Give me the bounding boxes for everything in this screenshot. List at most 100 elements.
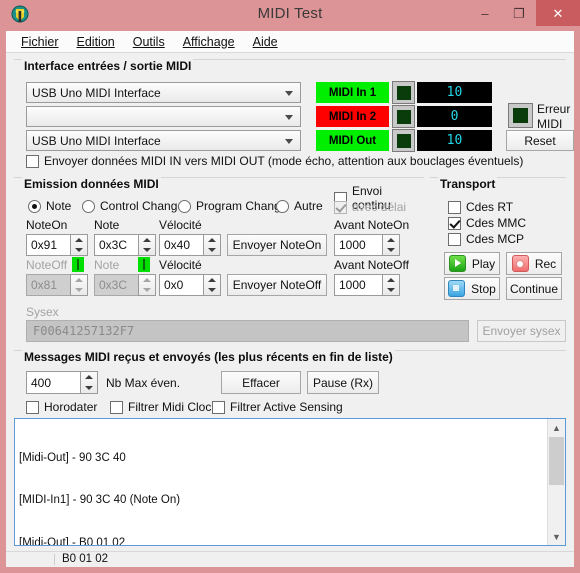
- menu-item-outils[interactable]: Outils: [124, 33, 174, 51]
- log-scrollbar[interactable]: ▲ ▼: [547, 419, 565, 545]
- cdes-mcp-checkbox[interactable]: Cdes MCP: [448, 232, 524, 246]
- clear-button[interactable]: Effacer: [221, 371, 301, 394]
- rec-button[interactable]: Rec: [506, 252, 562, 275]
- spinner-down-icon[interactable]: [204, 245, 220, 255]
- spinner-up-icon[interactable]: [71, 275, 87, 285]
- midi-in1-tag-label: MIDI In 1: [328, 86, 377, 99]
- before-note-on-spinner[interactable]: 1000: [334, 234, 400, 256]
- spinner-down-icon[interactable]: [71, 285, 87, 295]
- spinner-down-icon[interactable]: [383, 285, 399, 295]
- spinner-up-icon[interactable]: [81, 372, 97, 383]
- midi-error-led: [508, 103, 533, 128]
- note-on-velocity-value[interactable]: 0x40: [159, 234, 203, 256]
- note-off-status-value[interactable]: 0x81: [26, 274, 70, 296]
- interface-group: Interface entrées / sortie MIDI USB Uno …: [14, 59, 574, 170]
- pause-rx-button[interactable]: Pause (Rx): [307, 371, 379, 394]
- send-sysex-button[interactable]: Envoyer sysex: [477, 320, 566, 342]
- spinner-up-icon[interactable]: [71, 235, 87, 245]
- cdes-mmc-label: Cdes MMC: [466, 216, 527, 230]
- note-on-status-value[interactable]: 0x91: [26, 234, 70, 256]
- filter-midi-clock-checkbox[interactable]: Filtrer Midi Clock: [110, 400, 217, 414]
- note-off-note-link-led: [138, 257, 150, 272]
- midi-out-device-combo[interactable]: USB Uno MIDI Interface: [26, 130, 301, 151]
- note-off-note-value[interactable]: 0x3C: [94, 274, 138, 296]
- radio-control-change[interactable]: Control Change: [82, 199, 184, 213]
- reset-button[interactable]: Reset: [506, 130, 574, 151]
- minimize-button[interactable]: –: [468, 0, 502, 26]
- spinner-arrows[interactable]: [203, 234, 221, 256]
- timestamp-checkbox[interactable]: Horodater: [26, 400, 97, 414]
- note-on-status-spinner[interactable]: 0x91: [26, 234, 88, 256]
- note-off-velocity-spinner[interactable]: 0x0: [159, 274, 221, 296]
- spinner-arrows[interactable]: [70, 274, 88, 296]
- spinner-down-icon[interactable]: [139, 245, 155, 255]
- spinner-up-icon[interactable]: [204, 235, 220, 245]
- scroll-up-icon[interactable]: ▲: [548, 419, 565, 436]
- max-events-value[interactable]: 400: [26, 371, 80, 394]
- midi-in2-tag: MIDI In 2: [316, 106, 389, 127]
- spinner-down-icon[interactable]: [71, 245, 87, 255]
- client-area: Interface entrées / sortie MIDI USB Uno …: [6, 53, 574, 567]
- sysex-input[interactable]: F00641257132F7: [26, 320, 469, 342]
- menu-item-fichier[interactable]: Fichier: [12, 33, 68, 51]
- spinner-up-icon[interactable]: [383, 235, 399, 245]
- maximize-button[interactable]: ❐: [502, 0, 536, 26]
- menu-item-affichage[interactable]: Affichage: [174, 33, 244, 51]
- scrollbar-thumb[interactable]: [549, 437, 564, 485]
- menu-item-edition[interactable]: Edition: [68, 33, 124, 51]
- note-off-status-spinner[interactable]: 0x81: [26, 274, 88, 296]
- before-note-off-spinner[interactable]: 1000: [334, 274, 400, 296]
- midi-log[interactable]: [Midi-Out] - 90 3C 40 [MIDI-In1] - 90 3C…: [14, 418, 566, 546]
- spinner-up-icon[interactable]: [139, 275, 155, 285]
- scroll-down-icon[interactable]: ▼: [548, 528, 565, 545]
- spinner-arrows[interactable]: [203, 274, 221, 296]
- send-note-on-button[interactable]: Envoyer NoteOn: [227, 234, 327, 256]
- note-off-note-spinner[interactable]: 0x3C: [94, 274, 156, 296]
- spinner-arrows[interactable]: [382, 274, 400, 296]
- before-note-on-value[interactable]: 1000: [334, 234, 382, 256]
- midi-out-device-value: USB Uno MIDI Interface: [32, 133, 161, 148]
- messages-group: Messages MIDI reçus et envoyés (les plus…: [14, 350, 566, 417]
- spinner-arrows[interactable]: [70, 234, 88, 256]
- filter-active-sensing-checkbox[interactable]: Filtrer Active Sensing: [212, 400, 343, 414]
- spinner-down-icon[interactable]: [81, 383, 97, 394]
- spinner-down-icon[interactable]: [139, 285, 155, 295]
- note-on-velocity-spinner[interactable]: 0x40: [159, 234, 221, 256]
- send-note-off-button[interactable]: Envoyer NoteOff: [227, 274, 327, 296]
- log-line: [Midi-Out] - B0 01 02: [19, 537, 126, 546]
- note-on-note-spinner[interactable]: 0x3C: [94, 234, 156, 256]
- status-text: B0 01 02: [62, 553, 109, 565]
- radio-autre[interactable]: Autre: [276, 199, 323, 213]
- continue-button[interactable]: Continue: [506, 277, 562, 300]
- with-delay-checkbox[interactable]: avec délai: [334, 200, 406, 214]
- note-on-note-value[interactable]: 0x3C: [94, 234, 138, 256]
- echo-checkbox[interactable]: Envoyer données MIDI IN vers MIDI OUT (m…: [26, 154, 523, 168]
- midi-in1-device-combo[interactable]: USB Uno MIDI Interface: [26, 82, 301, 103]
- midi-in2-activity-led: [392, 105, 415, 128]
- stop-button[interactable]: Stop: [444, 277, 500, 300]
- transport-group: Transport Cdes RT Cdes MMC Cdes MCP Play…: [430, 177, 566, 303]
- menu-bar: Fichier Edition Outils Affichage Aide: [6, 31, 574, 53]
- spinner-arrows[interactable]: [138, 274, 156, 296]
- cdes-mmc-checkbox[interactable]: Cdes MMC: [448, 216, 526, 230]
- close-button[interactable]: ✕: [536, 0, 580, 26]
- spinner-arrows[interactable]: [382, 234, 400, 256]
- app-window: MIDI Test – ❐ ✕ Fichier Edition Outils A…: [0, 0, 580, 573]
- spinner-down-icon[interactable]: [204, 285, 220, 295]
- radio-program-change[interactable]: Program Change: [178, 199, 287, 213]
- cdes-rt-checkbox[interactable]: Cdes RT: [448, 200, 513, 214]
- pause-rx-label: Pause (Rx): [312, 375, 374, 390]
- max-events-spinner[interactable]: 400: [26, 371, 98, 394]
- radio-note[interactable]: Note: [28, 199, 71, 213]
- midi-in2-device-combo[interactable]: [26, 106, 301, 127]
- menu-item-aide[interactable]: Aide: [244, 33, 287, 51]
- spinner-arrows[interactable]: [80, 371, 98, 394]
- note-off-velocity-value[interactable]: 0x0: [159, 274, 203, 296]
- spinner-arrows[interactable]: [138, 234, 156, 256]
- before-note-off-value[interactable]: 1000: [334, 274, 382, 296]
- spinner-up-icon[interactable]: [204, 275, 220, 285]
- spinner-up-icon[interactable]: [139, 235, 155, 245]
- play-button[interactable]: Play: [444, 252, 500, 275]
- spinner-down-icon[interactable]: [383, 245, 399, 255]
- spinner-up-icon[interactable]: [383, 275, 399, 285]
